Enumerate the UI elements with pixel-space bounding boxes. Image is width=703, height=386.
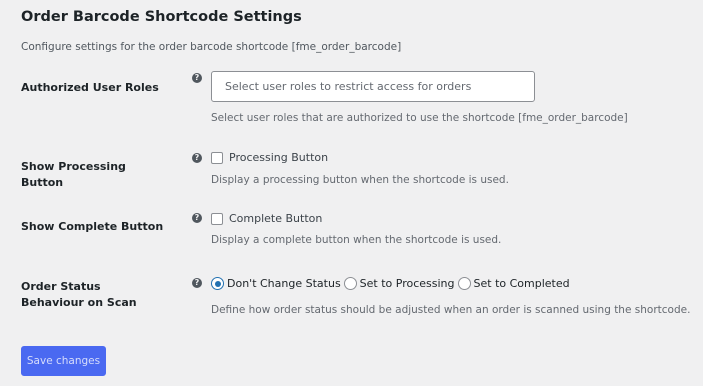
authorized-roles-description: Select user roles that are authorized to… <box>211 112 628 124</box>
status-behaviour-label: Order Status Behaviour on Scan <box>21 280 137 309</box>
processing-checkbox[interactable] <box>211 151 223 164</box>
radio-label[interactable]: Set to Completed <box>474 277 570 290</box>
radio-option-set-completed[interactable]: Set to Completed <box>457 277 570 290</box>
status-behaviour-description: Define how order status should be adjust… <box>211 304 691 316</box>
processing-checkbox-label[interactable]: Processing Button <box>229 151 328 164</box>
status-behaviour-radio-group: Don't Change Status Set to Processing Se… <box>211 277 573 290</box>
processing-label: Show Processing Button <box>21 160 126 189</box>
complete-checkbox[interactable] <box>211 212 223 225</box>
radio-label[interactable]: Set to Processing <box>360 277 455 290</box>
complete-label: Show Complete Button <box>21 220 164 233</box>
radio-option-dont-change[interactable]: Don't Change Status <box>211 277 341 290</box>
processing-description: Display a processing button when the sho… <box>211 174 509 186</box>
complete-description: Display a complete button when the short… <box>211 234 502 246</box>
radio-set-completed[interactable] <box>457 277 471 290</box>
help-icon[interactable]: ? <box>192 213 202 223</box>
complete-checkbox-row[interactable]: Complete Button <box>211 212 322 225</box>
page-title: Order Barcode Shortcode Settings <box>21 9 302 25</box>
complete-checkbox-label[interactable]: Complete Button <box>229 212 322 225</box>
authorized-roles-label: Authorized User Roles <box>21 81 159 94</box>
radio-option-set-processing[interactable]: Set to Processing <box>343 277 455 290</box>
page-description: Configure settings for the order barcode… <box>21 41 402 53</box>
radio-set-processing[interactable] <box>343 277 357 290</box>
help-icon[interactable]: ? <box>192 73 202 83</box>
save-changes-button[interactable]: Save changes <box>21 346 106 376</box>
radio-dont-change[interactable] <box>211 277 224 290</box>
user-roles-input[interactable] <box>225 80 525 93</box>
help-icon[interactable]: ? <box>192 153 202 163</box>
help-icon[interactable]: ? <box>192 278 202 288</box>
user-roles-select[interactable] <box>211 71 535 102</box>
processing-checkbox-row[interactable]: Processing Button <box>211 151 328 164</box>
radio-label[interactable]: Don't Change Status <box>227 277 341 290</box>
